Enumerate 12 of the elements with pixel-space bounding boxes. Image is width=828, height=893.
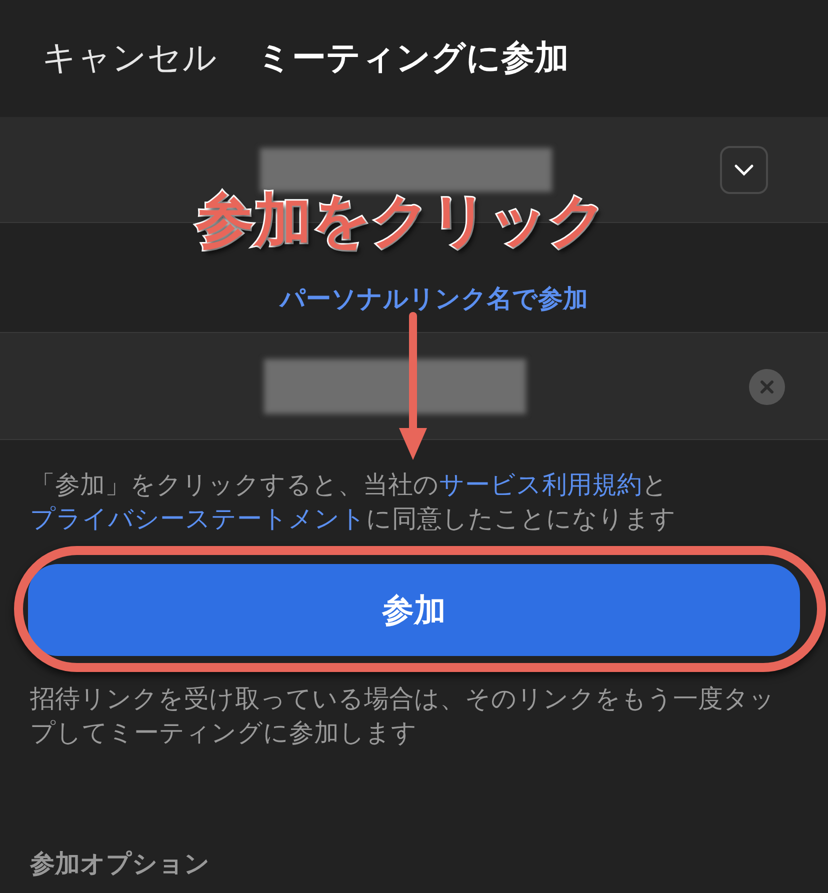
- join-button[interactable]: 参加: [28, 564, 800, 656]
- section-title: 参加オプション: [30, 850, 210, 878]
- cancel-button[interactable]: キャンセル: [42, 33, 217, 84]
- terms-text: 「参加」をクリックすると、当社のサービス利用規約 と プライバシーステートメント に同意したことになります: [29, 470, 677, 535]
- invite-hint: 招待リンクを受け取っている場合は、そのリンクをもう一度タップしてミーティングに参加します: [29, 684, 776, 749]
- name-field[interactable]: [0, 332, 828, 440]
- terms-link[interactable]: サービス利用規約: [439, 471, 642, 499]
- annotation-text: 参加をクリック: [196, 192, 607, 250]
- screen-title: ミーティングに参加: [257, 38, 569, 79]
- privacy-link[interactable]: プライバシーステートメント: [30, 505, 366, 533]
- dropdown-icon[interactable]: [720, 146, 768, 194]
- personal-link[interactable]: パーソナルリンク名で参加: [280, 280, 588, 318]
